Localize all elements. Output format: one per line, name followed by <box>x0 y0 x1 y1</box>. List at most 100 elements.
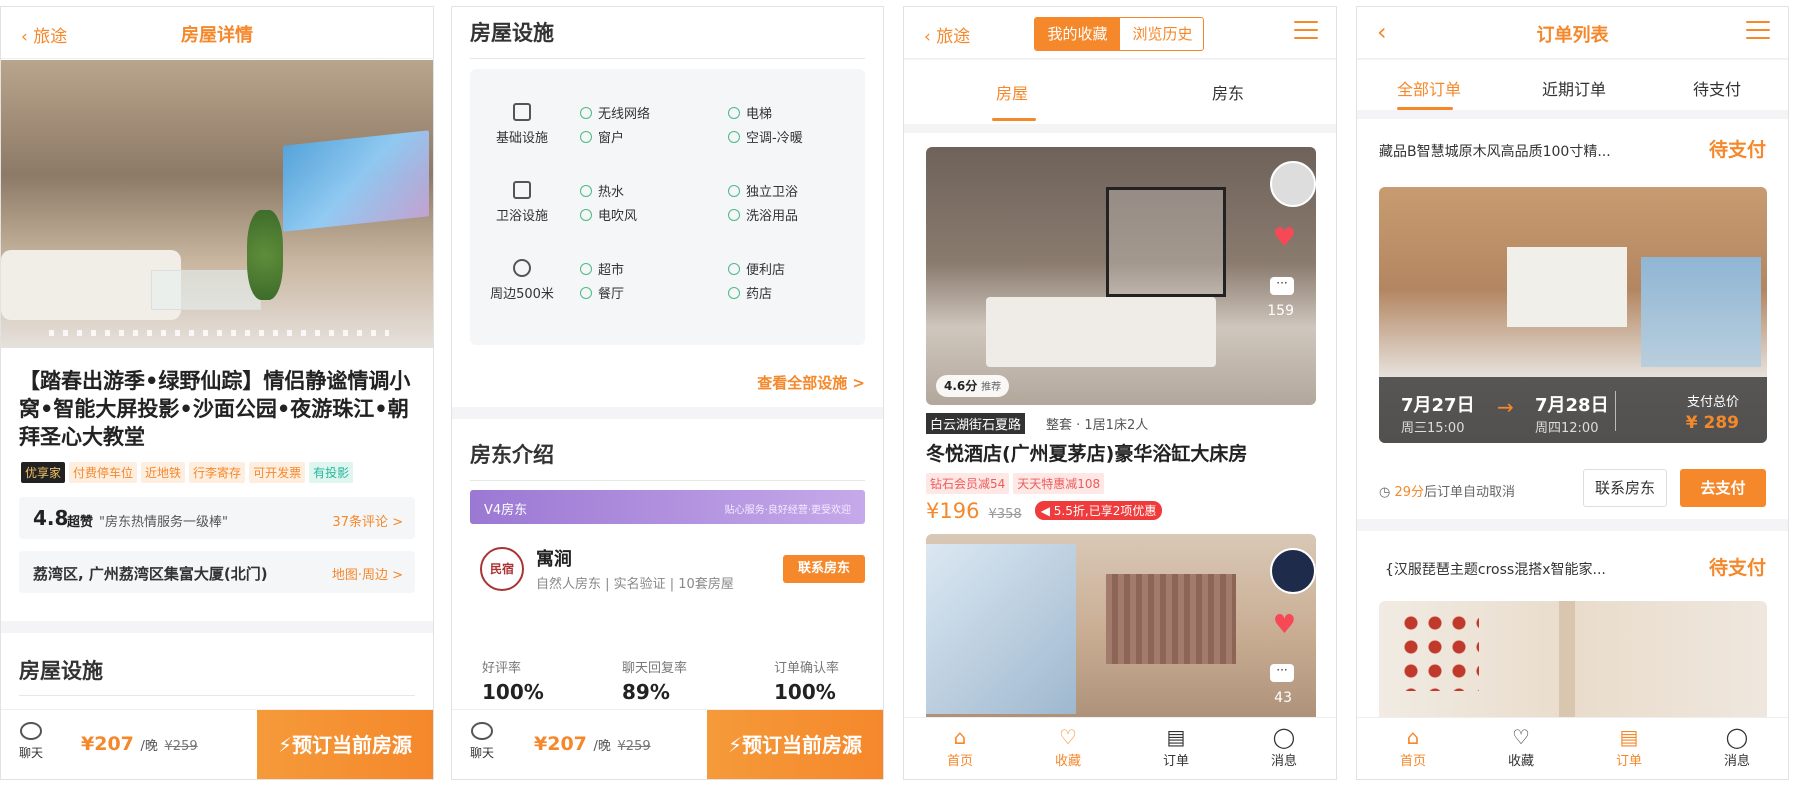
facilities-host-screen: 房屋设施 基础设施 无线网络 电梯 窗户 空调-冷暖 卫浴设施 热水 独立卫浴 … <box>451 6 884 780</box>
room-photo: ♥ ··· 43 <box>926 534 1316 734</box>
projector-screen <box>283 130 429 232</box>
chat-button[interactable]: 聊天 <box>13 722 49 761</box>
clock-icon: ◷ <box>1379 485 1391 500</box>
active-tab-indicator <box>992 118 1036 121</box>
contact-host-button[interactable]: 联系房东 <box>1583 469 1667 507</box>
discount-badge: ◀ 5.5折,已享2项优惠 <box>1034 501 1163 520</box>
rating-level: 超赞 <box>67 515 94 530</box>
contact-host-button[interactable]: 联系房东 <box>783 555 865 583</box>
room-detail-screen: ‹ 旅途 房屋详情 【踏春出游季•绿野仙踪】情侣静谧情调小窝•智能大屏投影•沙面… <box>0 6 434 780</box>
feature-tags: 优享家 付费停车位 近地铁 行李寄存 可开发票 有投影 <box>21 462 431 483</box>
appliance-icon <box>513 103 531 121</box>
message-icon: ◯ <box>1272 725 1296 749</box>
facility-item: 窗户 <box>580 127 624 146</box>
divider <box>1615 391 1616 431</box>
tab-recent-orders[interactable]: 近期订单 <box>1542 76 1606 100</box>
page-title: 房屋详情 <box>181 25 253 46</box>
order-card[interactable]: 藏品B智慧城原木风高品质100寸精... 待支付 7月27日 周三15:00 →… <box>1357 119 1788 519</box>
checkin-time: 周三15:00 <box>1401 421 1465 436</box>
book-button[interactable]: ⚡预订当前房源 <box>257 710 433 779</box>
room-photo-carousel[interactable] <box>1 60 433 348</box>
section-divider <box>1 621 433 633</box>
address: 荔湾区, 广州荔湾区集富大厦(北门) <box>33 565 268 583</box>
document-icon: ▤ <box>1166 725 1186 749</box>
nav-home[interactable]: ⌂ 首页 <box>1383 724 1443 769</box>
comment-icon: ··· <box>1270 277 1294 295</box>
tab-all-orders[interactable]: 全部订单 <box>1397 76 1461 100</box>
nav-favorites[interactable]: ♡ 收藏 <box>1038 724 1098 769</box>
heart-outline-icon: ♡ <box>1512 725 1530 749</box>
segment-control: 我的收藏 浏览历史 <box>1034 17 1204 51</box>
favorite-card[interactable]: ♥ ··· 43 <box>904 528 1336 734</box>
back-button[interactable]: ‹ 旅途 <box>924 22 970 47</box>
pay-button[interactable]: 去支付 <box>1680 469 1766 507</box>
chat-button[interactable]: 聊天 <box>464 722 500 761</box>
header: ‹ 旅途 我的收藏 浏览历史 <box>904 7 1336 59</box>
book-button[interactable]: ⚡预订当前房源 <box>707 710 883 779</box>
room-type: 整套 · 1居1床2人 <box>1046 418 1149 433</box>
stat: 订单确认率 100% <box>774 661 840 704</box>
location-icon <box>513 259 531 277</box>
order-name: 藏品B智慧城原木风高品质100寸精... <box>1379 144 1611 160</box>
nav-orders[interactable]: ▤ 订单 <box>1146 724 1206 769</box>
tab-houses[interactable]: 房屋 <box>996 80 1028 104</box>
address-row[interactable]: 荔湾区, 广州荔湾区集富大厦(北门) 地图·周边 > <box>19 551 415 593</box>
order-status: 待支付 <box>1708 557 1766 579</box>
tag: 可开发票 <box>249 462 306 483</box>
coffee-table <box>151 270 261 310</box>
facility-item: 药店 <box>728 283 772 302</box>
tag: 付费停车位 <box>69 462 138 483</box>
segment-history[interactable]: 浏览历史 <box>1120 18 1203 50</box>
tag-youxiangjia: 优享家 <box>21 462 66 483</box>
heart-icon[interactable]: ♥ <box>1273 223 1296 253</box>
map-link[interactable]: 地图·周边 > <box>332 564 403 583</box>
facility-item: 电梯 <box>728 103 772 122</box>
total-price: ¥ 289 <box>1685 413 1739 433</box>
host-intro-title: 房东介绍 <box>470 443 554 467</box>
projector-screen <box>1507 247 1627 327</box>
booking-bar: 聊天 ¥207 /晚 ¥259 ⚡预订当前房源 <box>452 709 883 779</box>
stat: 好评率 100% <box>482 661 544 704</box>
booking-bar: 聊天 ¥207 /晚 ¥259 ⚡预订当前房源 <box>1 709 433 779</box>
facility-item: 超市 <box>580 259 624 278</box>
facility-group-bath: 卫浴设施 热水 独立卫浴 电吹风 洗浴用品 <box>470 181 865 241</box>
checkin-date: 7月27日 <box>1401 395 1475 416</box>
tab-hosts[interactable]: 房东 <box>1212 80 1244 104</box>
price: ¥207 /晚 ¥259 <box>81 733 198 755</box>
facility-item: 热水 <box>580 181 624 200</box>
rating-row[interactable]: 4.8 超赞 "房东热情服务一级棒" 37条评论 > <box>19 497 415 539</box>
nav-messages[interactable]: ◯ 消息 <box>1254 724 1314 769</box>
location-tag: 白云湖街石夏路 <box>926 413 1026 434</box>
segment-favorites[interactable]: 我的收藏 <box>1035 18 1120 50</box>
menu-icon[interactable] <box>1294 21 1318 41</box>
nav-favorites[interactable]: ♡ 收藏 <box>1491 724 1551 769</box>
facility-category: 基础设施 <box>486 103 558 146</box>
active-tab-indicator <box>1397 107 1453 110</box>
host-slogan: 贴心服务·良好经营·更受欢迎 <box>724 505 851 516</box>
section-divider <box>452 407 883 419</box>
menu-icon[interactable] <box>1746 21 1770 41</box>
tab-pending-payment[interactable]: 待支付 <box>1693 76 1741 100</box>
order-name: {汉服琵琶主题cross混搭x智能家... <box>1385 562 1606 578</box>
favorite-card[interactable]: ♥ ··· 159 4.6分 推荐 白云湖街石夏路 整套 · 1居1床2人 冬悦… <box>904 133 1336 528</box>
nav-home[interactable]: ⌂ 首页 <box>930 724 990 769</box>
facilities-title: 房屋设施 <box>470 21 554 45</box>
facility-item: 无线网络 <box>580 103 650 122</box>
bath-icon <box>513 181 531 199</box>
host-stats: 好评率 100% 聊天回复率 89% 订单确认率 100% <box>482 657 865 717</box>
score-badge: 4.6分 推荐 <box>936 375 1010 397</box>
chat-icon <box>471 722 493 740</box>
nav-messages[interactable]: ◯ 消息 <box>1707 724 1767 769</box>
review-link[interactable]: 37条评论 > <box>332 511 403 530</box>
nav-orders[interactable]: ▤ 订单 <box>1599 724 1659 769</box>
host-avatar: 民宿 <box>480 547 524 591</box>
message-icon: ◯ <box>1725 725 1749 749</box>
plant <box>247 210 283 300</box>
home-icon: ⌂ <box>953 725 967 749</box>
favorites-screen: ‹ 旅途 我的收藏 浏览历史 房屋 房东 ♥ ··· 159 4.6分 推荐 白… <box>903 6 1337 780</box>
facility-group-basic: 基础设施 无线网络 电梯 窗户 空调-冷暖 <box>470 103 865 163</box>
heart-icon[interactable]: ♥ <box>1273 610 1296 640</box>
view-all-facilities-link[interactable]: 查看全部设施 > <box>757 372 865 393</box>
stat: 聊天回复率 89% <box>622 661 688 704</box>
host-avatar <box>1270 548 1316 594</box>
